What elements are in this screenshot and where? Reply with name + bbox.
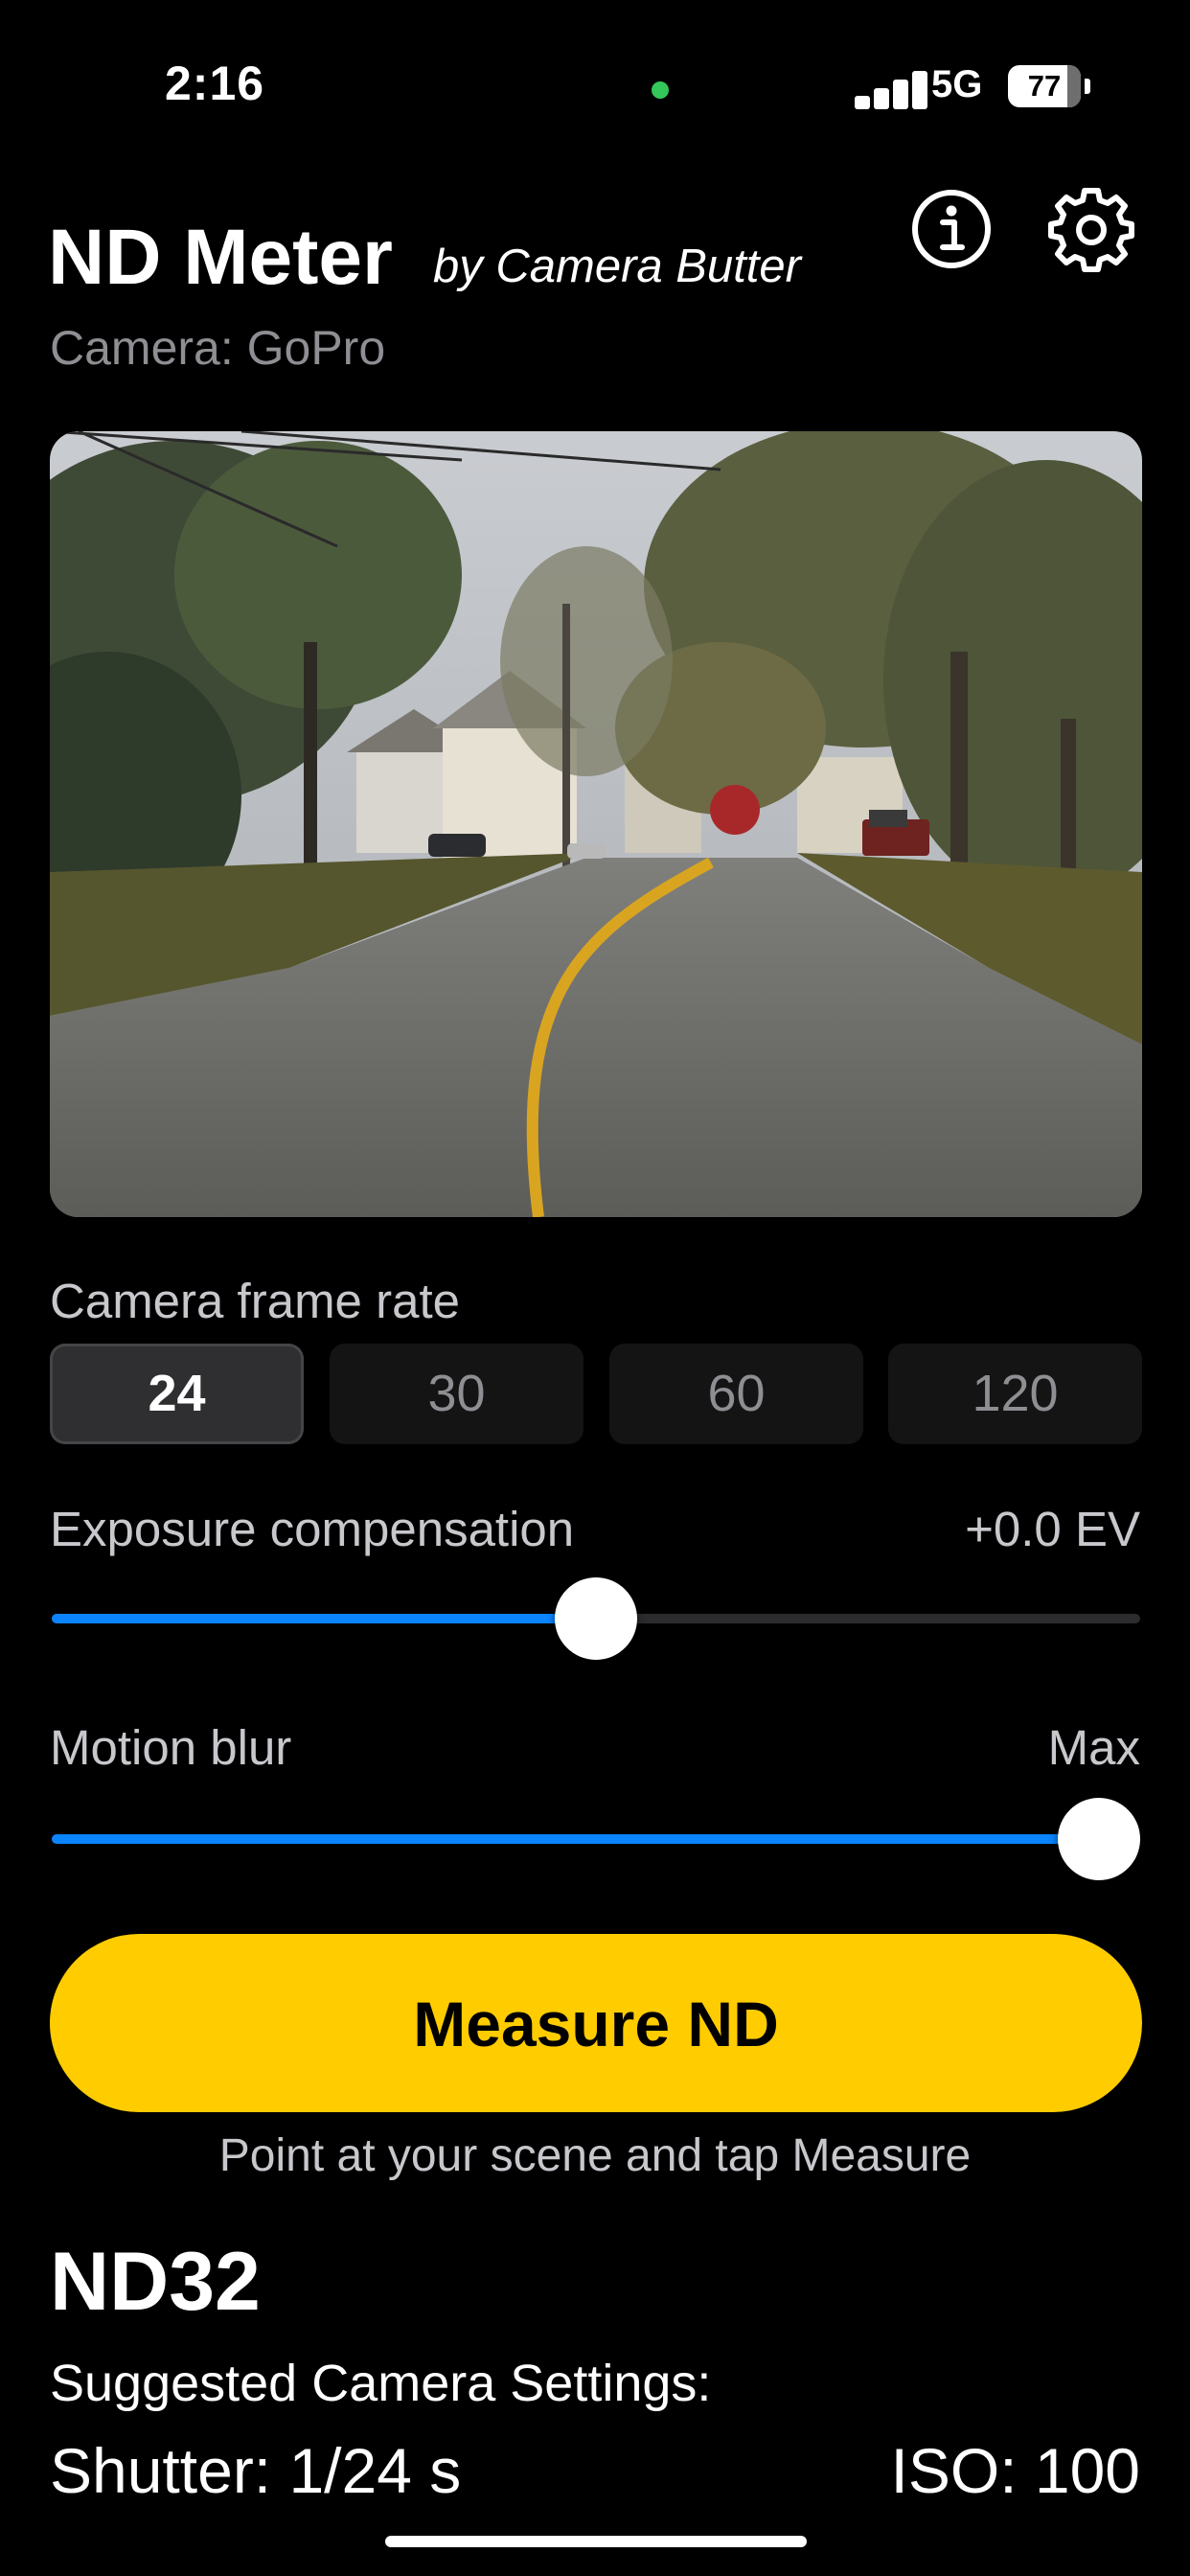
info-icon[interactable] [910, 188, 993, 270]
gear-icon[interactable] [1048, 186, 1134, 272]
measure-hint: Point at your scene and tap Measure [218, 2130, 972, 2181]
motion-blur-label: Motion blur [50, 1720, 292, 1775]
app-byline: by Camera Butter [433, 241, 801, 292]
network-type: 5G [931, 63, 983, 105]
measure-nd-button[interactable]: Measure ND [50, 1934, 1142, 2112]
motion-blur-slider-fill [52, 1834, 1099, 1844]
exposure-label: Exposure compensation [50, 1502, 575, 1556]
app-title: ND Meter [48, 214, 393, 301]
exposure-value: +0.0 EV [965, 1502, 1140, 1556]
home-indicator[interactable] [385, 2536, 807, 2547]
status-time: 2:16 [165, 57, 265, 110]
frame-rate-option-24[interactable]: 24 [50, 1344, 304, 1444]
shutter-setting: Shutter: 1/24 s [50, 2435, 462, 2506]
frame-rate-option-120[interactable]: 120 [888, 1344, 1142, 1444]
nd-result: ND32 [50, 2236, 261, 2328]
frame-rate-option-60[interactable]: 60 [609, 1344, 863, 1444]
frame-rate-label: Camera frame rate [50, 1274, 460, 1328]
battery-level: 77 [1027, 69, 1062, 103]
motion-blur-slider-thumb[interactable] [1058, 1798, 1140, 1880]
camera-label: Camera: GoPro [50, 321, 386, 375]
battery-icon: 77 [1008, 65, 1090, 107]
camera-preview [50, 431, 1142, 1217]
suggested-settings-label: Suggested Camera Settings: [50, 2355, 712, 2412]
exposure-slider-fill [52, 1614, 596, 1623]
iso-setting: ISO: 100 [890, 2435, 1141, 2506]
motion-blur-value: Max [1047, 1720, 1140, 1775]
camera-in-use-indicator [652, 81, 669, 99]
exposure-slider-thumb[interactable] [555, 1577, 637, 1660]
frame-rate-option-30[interactable]: 30 [330, 1344, 584, 1444]
